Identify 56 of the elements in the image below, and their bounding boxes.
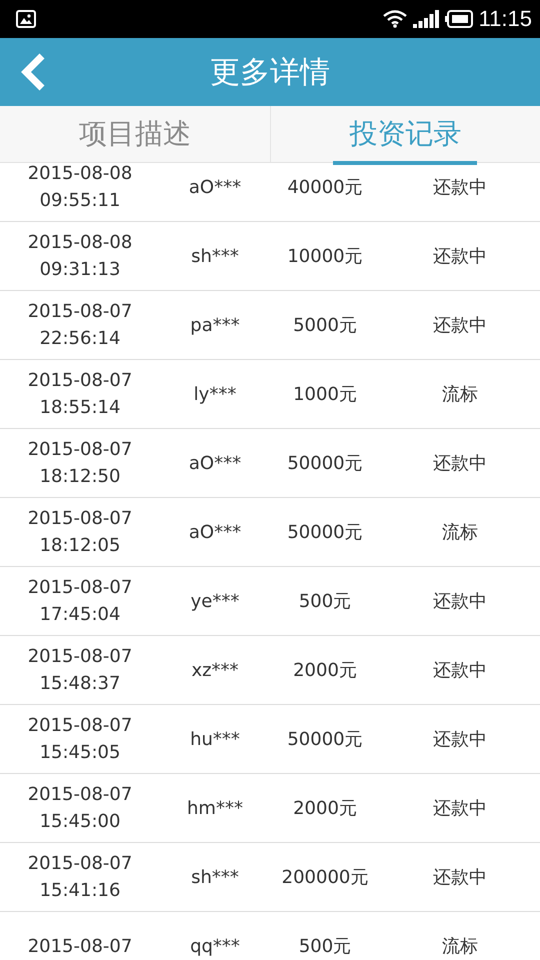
date-time: 2015-08-07 22:56:14 [26,300,134,351]
amount: 50000元 [286,521,364,544]
date-time: 2015-08-07 18:55:14 [26,369,134,420]
status: 流标 [441,383,479,406]
status: 还款中 [432,728,488,751]
date-time: 2015-08-07 [26,934,134,958]
amount: 5000元 [292,314,358,337]
investor-name: xz*** [190,660,240,680]
amount: 500元 [298,935,352,958]
status: 还款中 [432,176,488,199]
date-time: 2015-08-07 15:48:37 [26,645,134,696]
investor-name: sh*** [190,866,240,888]
amount: 50000元 [286,452,364,475]
date-time: 2015-08-07 15:41:16 [26,852,134,903]
date-time: 2015-08-07 15:45:00 [26,783,134,834]
status: 还款中 [432,659,488,682]
investor-name: aO*** [188,522,242,542]
battery-icon [444,10,473,28]
investor-name: ye*** [190,590,240,612]
amount: 1000元 [292,383,358,406]
status: 流标 [441,935,479,958]
image-icon [16,10,36,28]
status: 还款中 [432,245,488,268]
investor-name: ly*** [192,384,238,404]
date-time: 2015-08-08 09:31:13 [26,231,134,282]
amount: 2000元 [292,659,358,682]
date-time: 2015-08-08 09:55:11 [26,163,134,213]
status: 还款中 [432,590,488,613]
wifi-icon [382,10,407,28]
amount: 200000元 [280,866,370,889]
date-time: 2015-08-07 18:12:05 [26,507,134,558]
investor-name: qq*** [189,936,241,956]
investor-name: aO*** [188,176,242,198]
status: 流标 [441,521,479,544]
investor-name: hu*** [189,728,241,750]
tab[interactable]: 投资记录 [270,106,540,162]
investor-name: pa*** [189,314,241,336]
date-time: 2015-08-07 17:45:04 [26,576,134,627]
page-title: 更多详情 [210,54,330,92]
investor-name: aO*** [188,452,242,474]
status: 还款中 [432,866,488,889]
amount: 50000元 [286,728,364,751]
investor-name: sh*** [190,246,240,266]
date-time: 2015-08-07 18:12:50 [26,438,134,489]
amount: 2000元 [292,797,358,820]
investor-name: hm*** [186,798,244,818]
date-time: 2015-08-07 15:45:05 [26,714,134,765]
signal-icon [412,10,439,28]
status: 还款中 [432,797,488,820]
amount: 500元 [298,590,352,613]
status: 还款中 [432,314,488,337]
amount: 40000元 [286,176,364,199]
tab[interactable]: 项目描述 [0,106,270,162]
status: 还款中 [432,452,488,475]
amount: 10000元 [286,245,364,268]
clock: 11:15 [478,6,532,32]
